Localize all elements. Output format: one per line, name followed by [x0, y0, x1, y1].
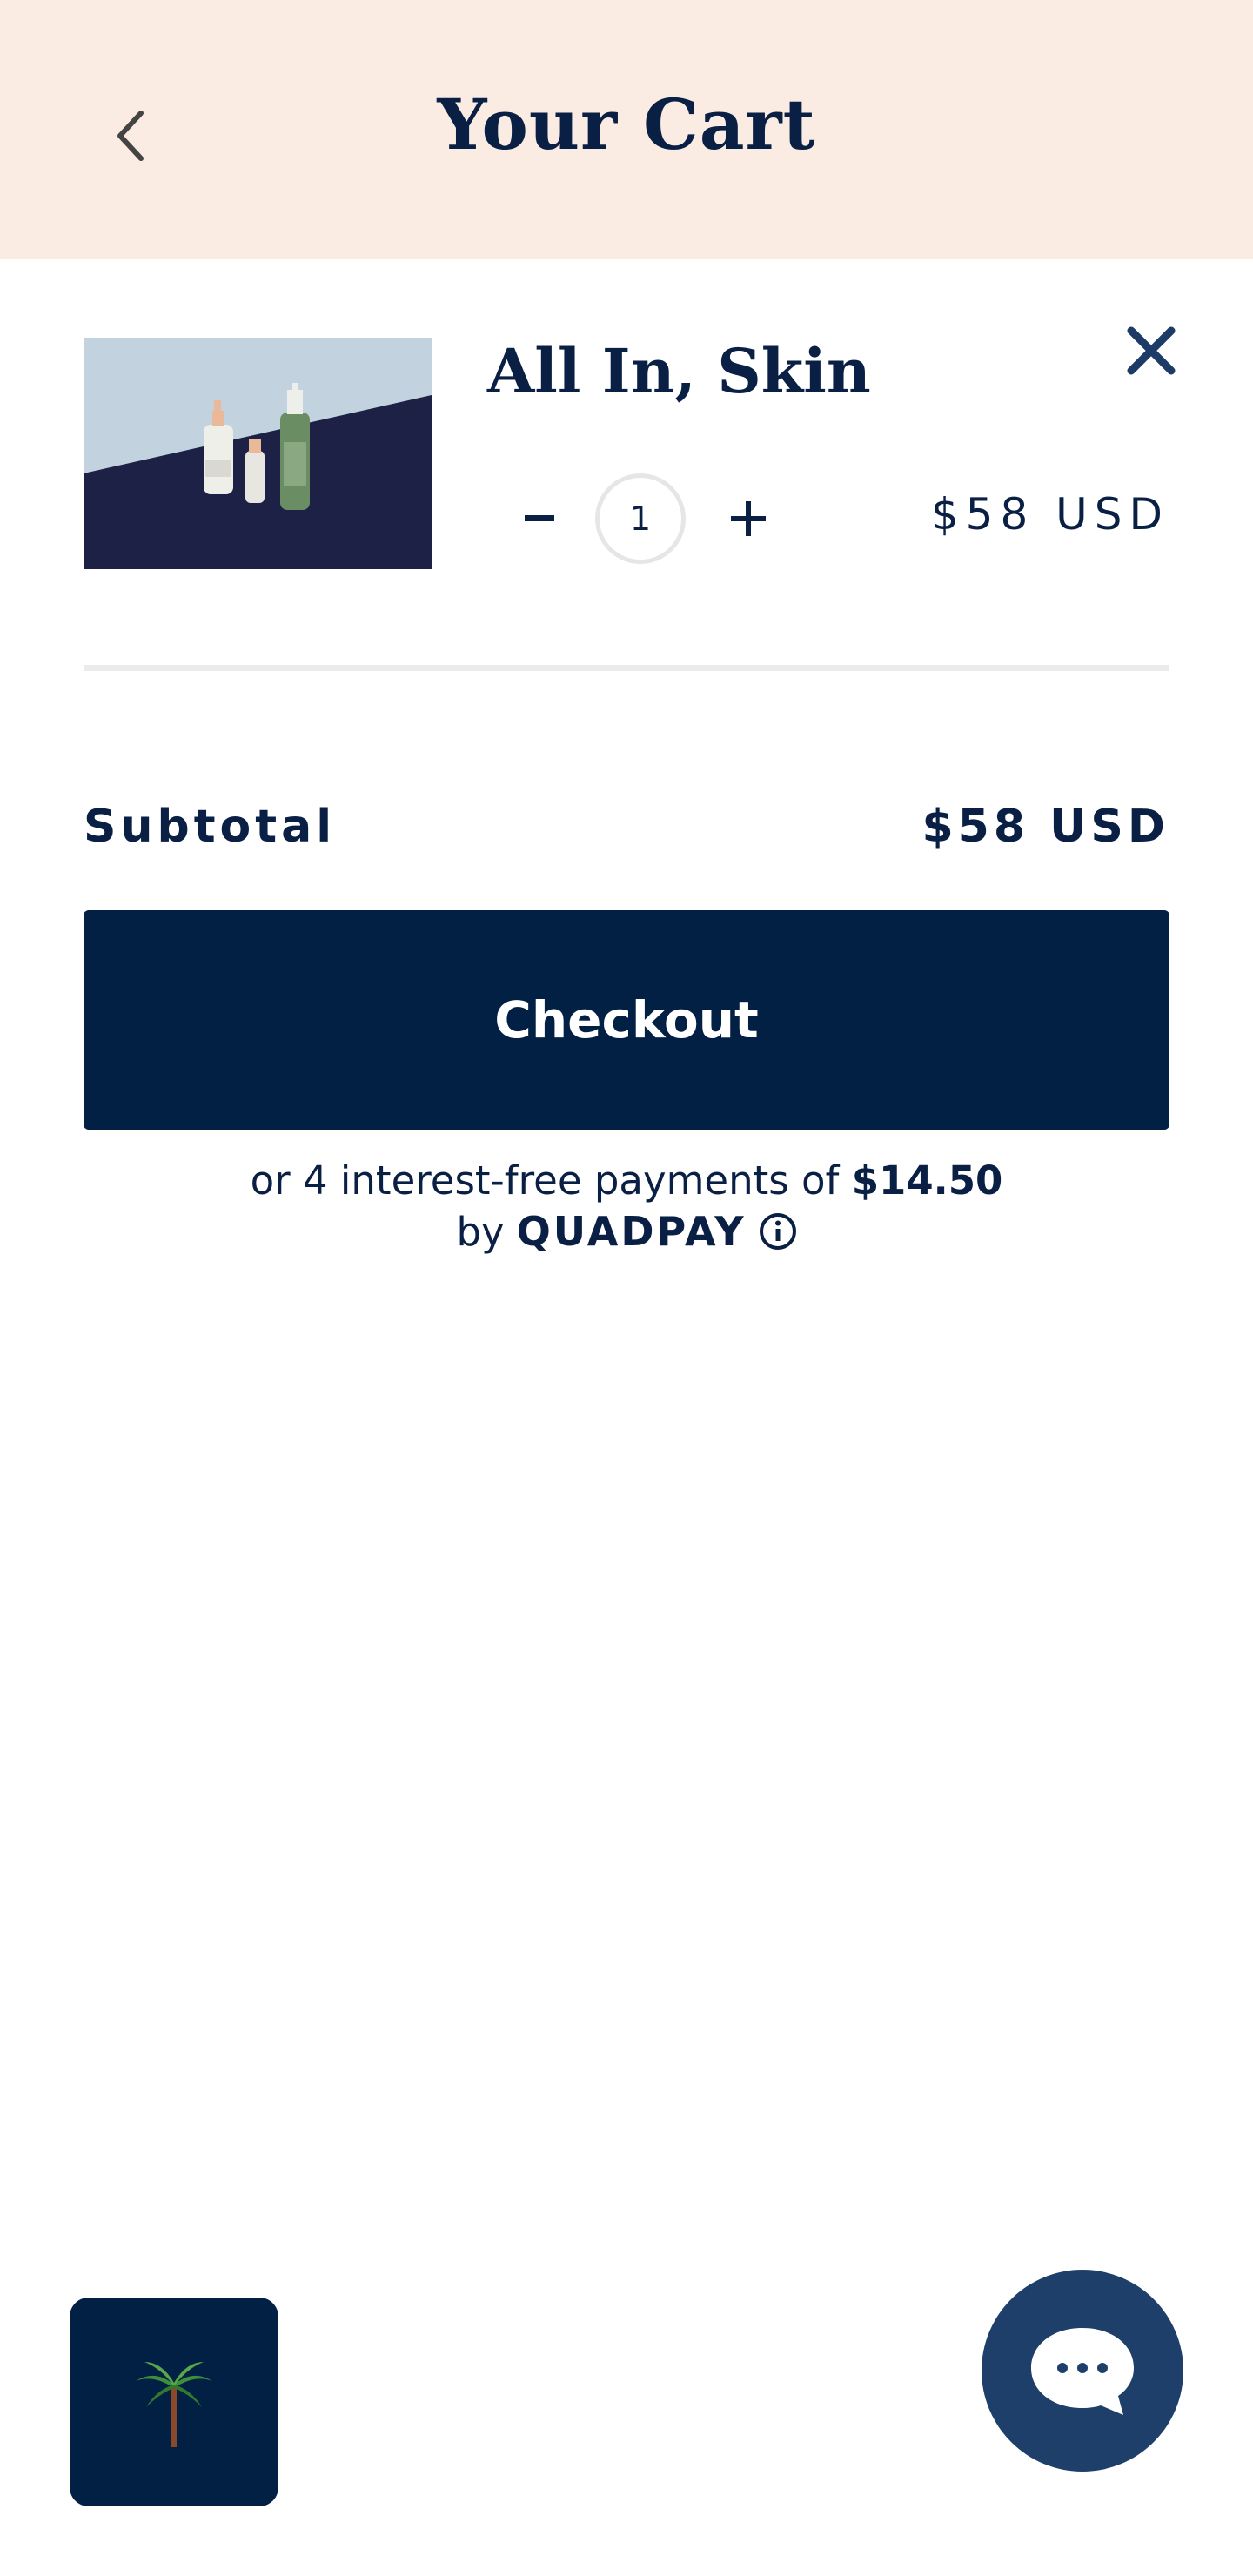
info-icon[interactable] — [759, 1212, 797, 1251]
product-name[interactable]: All In, Skin — [487, 335, 871, 407]
product-image[interactable] — [84, 338, 432, 569]
quantity-increase-button[interactable] — [722, 487, 774, 550]
chat-button[interactable] — [982, 2270, 1183, 2472]
close-icon — [1127, 326, 1176, 375]
installments-amount: $14.50 — [851, 1157, 1003, 1204]
quantity-value[interactable]: 1 — [595, 473, 686, 564]
checkout-button[interactable]: Checkout — [84, 910, 1169, 1130]
page-title: Your Cart — [437, 84, 816, 165]
remove-item-button[interactable] — [1122, 322, 1180, 379]
subtotal-value: $58 USD — [921, 801, 1169, 853]
chat-bubble-icon — [1031, 2328, 1134, 2415]
quadpay-line: by QUADPAY — [0, 1208, 1253, 1255]
installments-prefix: or 4 interest-free payments of — [250, 1157, 852, 1204]
palm-tree-icon — [136, 2362, 212, 2447]
plus-icon — [731, 501, 766, 536]
installments-text: or 4 interest-free payments of $14.50 — [0, 1154, 1253, 1208]
subtotal-label: Subtotal — [84, 801, 337, 853]
product-photo — [84, 338, 432, 569]
by-label: by — [456, 1208, 505, 1255]
checkout-label: Checkout — [494, 990, 759, 1050]
quantity-decrease-button[interactable] — [513, 487, 566, 550]
divider — [84, 665, 1169, 671]
minus-icon — [525, 515, 554, 521]
quadpay-logo: QUADPAY — [516, 1208, 747, 1255]
palm-tree-button[interactable] — [70, 2298, 278, 2506]
item-price: $58 USD — [930, 489, 1169, 540]
cart-header: Your Cart — [0, 0, 1253, 259]
